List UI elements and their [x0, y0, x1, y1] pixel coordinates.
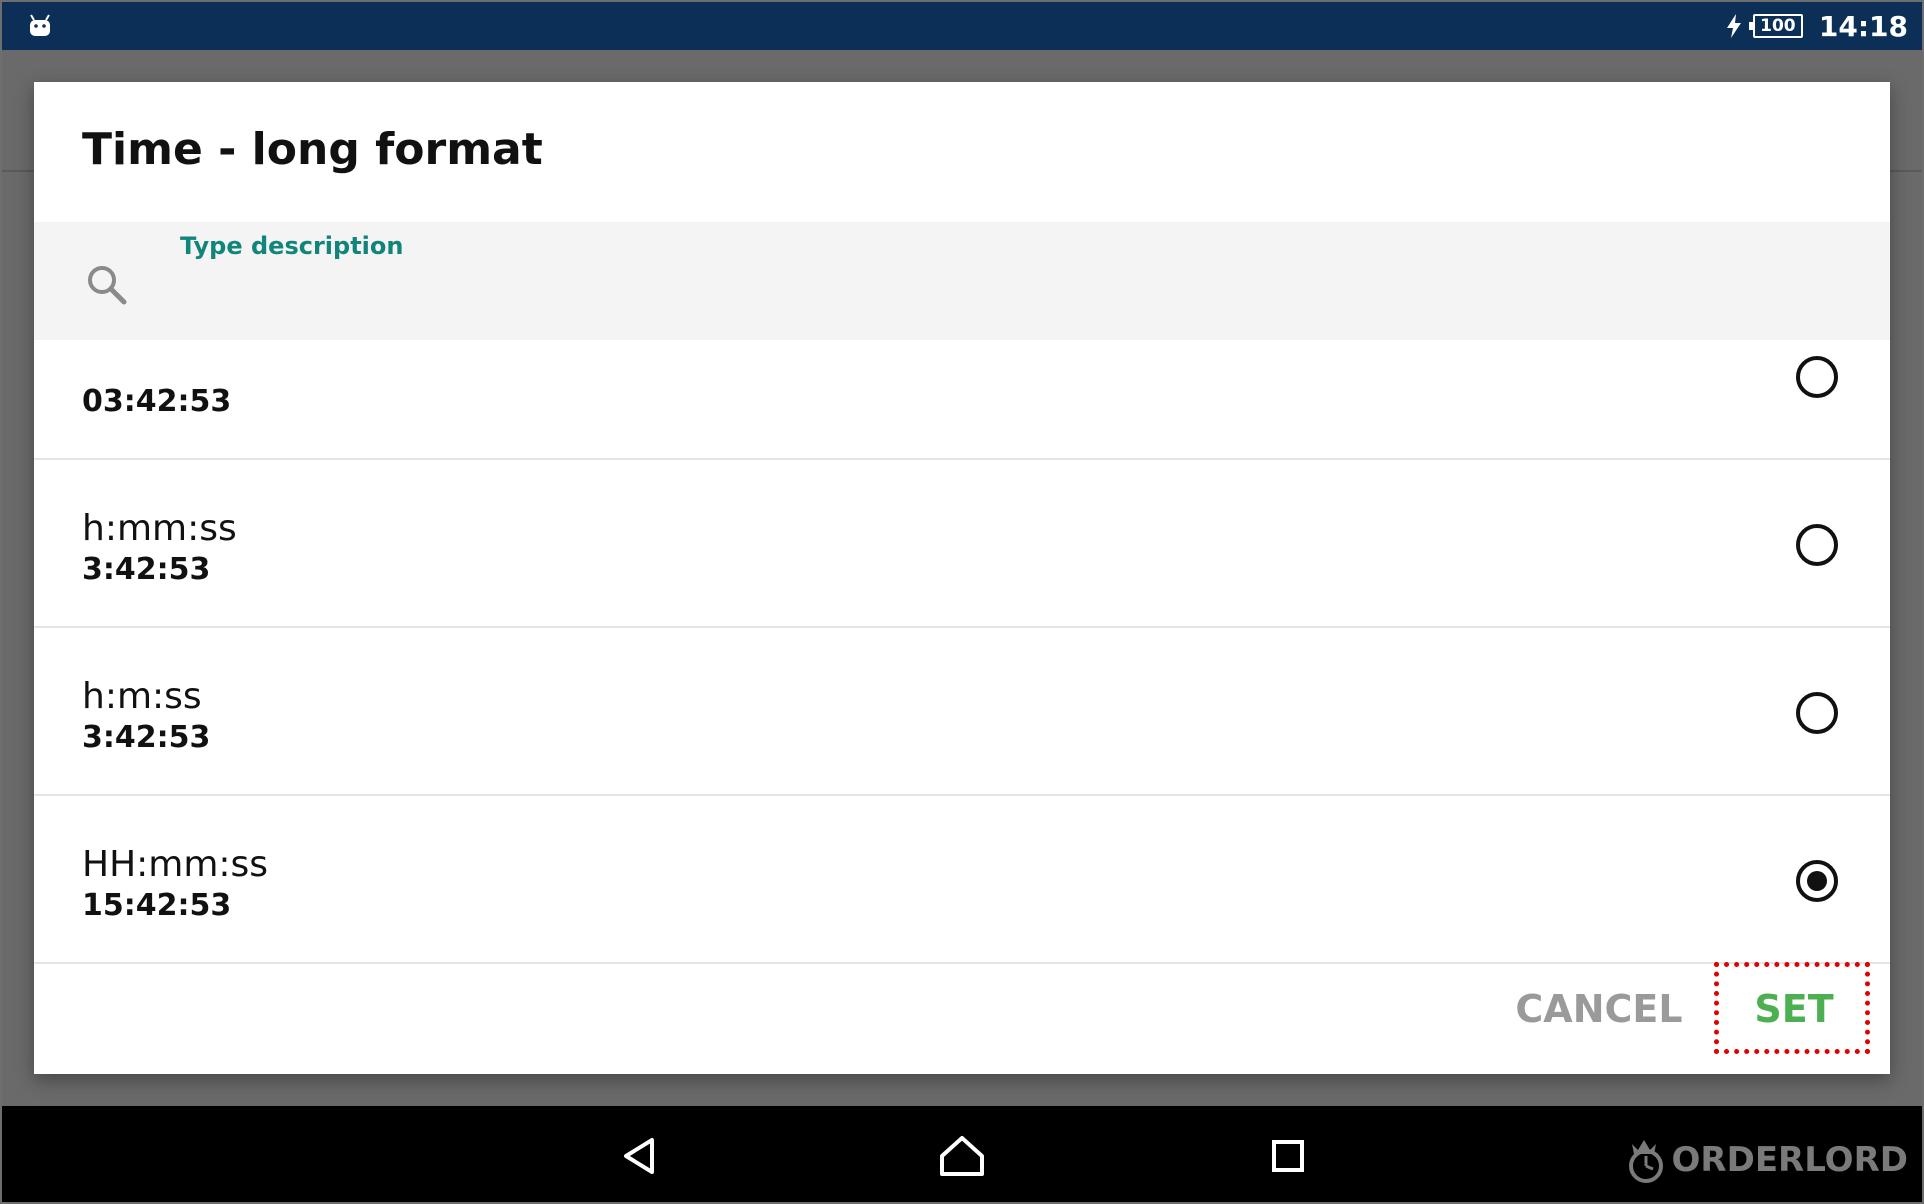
search-input[interactable]	[180, 274, 1684, 324]
status-clock: 14:18	[1818, 9, 1908, 43]
item-format: h:mm:ss	[82, 508, 237, 549]
recents-icon	[1272, 1140, 1304, 1172]
status-right: 100 14:18	[1725, 2, 1908, 50]
screen: 100 14:18 Time - long format Type descri…	[0, 0, 1924, 1204]
cancel-button[interactable]: CANCEL	[1499, 974, 1699, 1044]
status-bar: 100 14:18	[2, 2, 1922, 50]
navigation-bar: ORDERLORD	[2, 1106, 1922, 1202]
list-item[interactable]: h:m:ss 3:42:53	[34, 628, 1890, 796]
search-area: Type description	[34, 222, 1890, 340]
search-icon	[88, 266, 127, 305]
battery-indicator: 100	[1748, 14, 1803, 38]
home-button[interactable]	[934, 1128, 990, 1184]
android-icon	[30, 14, 50, 36]
dialog-actions: CANCEL SET	[34, 944, 1890, 1074]
orderlord-watermark: ORDERLORD	[1616, 1134, 1908, 1186]
format-list: 03:42:53 h:mm:ss 3:42:53 h:m:ss 3:42:53 …	[34, 340, 1890, 1026]
back-button[interactable]	[612, 1128, 668, 1184]
home-icon	[940, 1136, 984, 1176]
radio-button[interactable]	[1796, 356, 1838, 398]
time-format-dialog: Time - long format Type description 03:4…	[34, 82, 1890, 1074]
set-button[interactable]: SET	[1714, 974, 1874, 1044]
battery-level: 100	[1760, 16, 1796, 36]
radio-button[interactable]	[1796, 524, 1838, 566]
item-format: HH:mm:ss	[82, 844, 269, 885]
watermark-text: ORDERLORD	[1671, 1140, 1908, 1180]
list-item[interactable]: 03:42:53	[34, 340, 1890, 460]
bolt-icon	[1726, 14, 1741, 38]
radio-button[interactable]	[1796, 692, 1838, 734]
item-example: 03:42:53	[82, 384, 232, 419]
item-example: 3:42:53	[82, 552, 211, 587]
recents-button[interactable]	[1260, 1128, 1316, 1184]
item-example: 3:42:53	[82, 720, 211, 755]
orderlord-logo-icon	[1628, 1140, 1663, 1183]
back-icon	[624, 1138, 654, 1174]
radio-button[interactable]	[1796, 860, 1838, 902]
list-item[interactable]: HH:mm:ss 15:42:53	[34, 796, 1890, 964]
item-example: 15:42:53	[82, 888, 232, 923]
list-item[interactable]: h:mm:ss 3:42:53	[34, 460, 1890, 628]
search-label: Type description	[180, 232, 404, 260]
item-format: h:m:ss	[82, 676, 202, 717]
dialog-title: Time - long format	[82, 124, 543, 175]
